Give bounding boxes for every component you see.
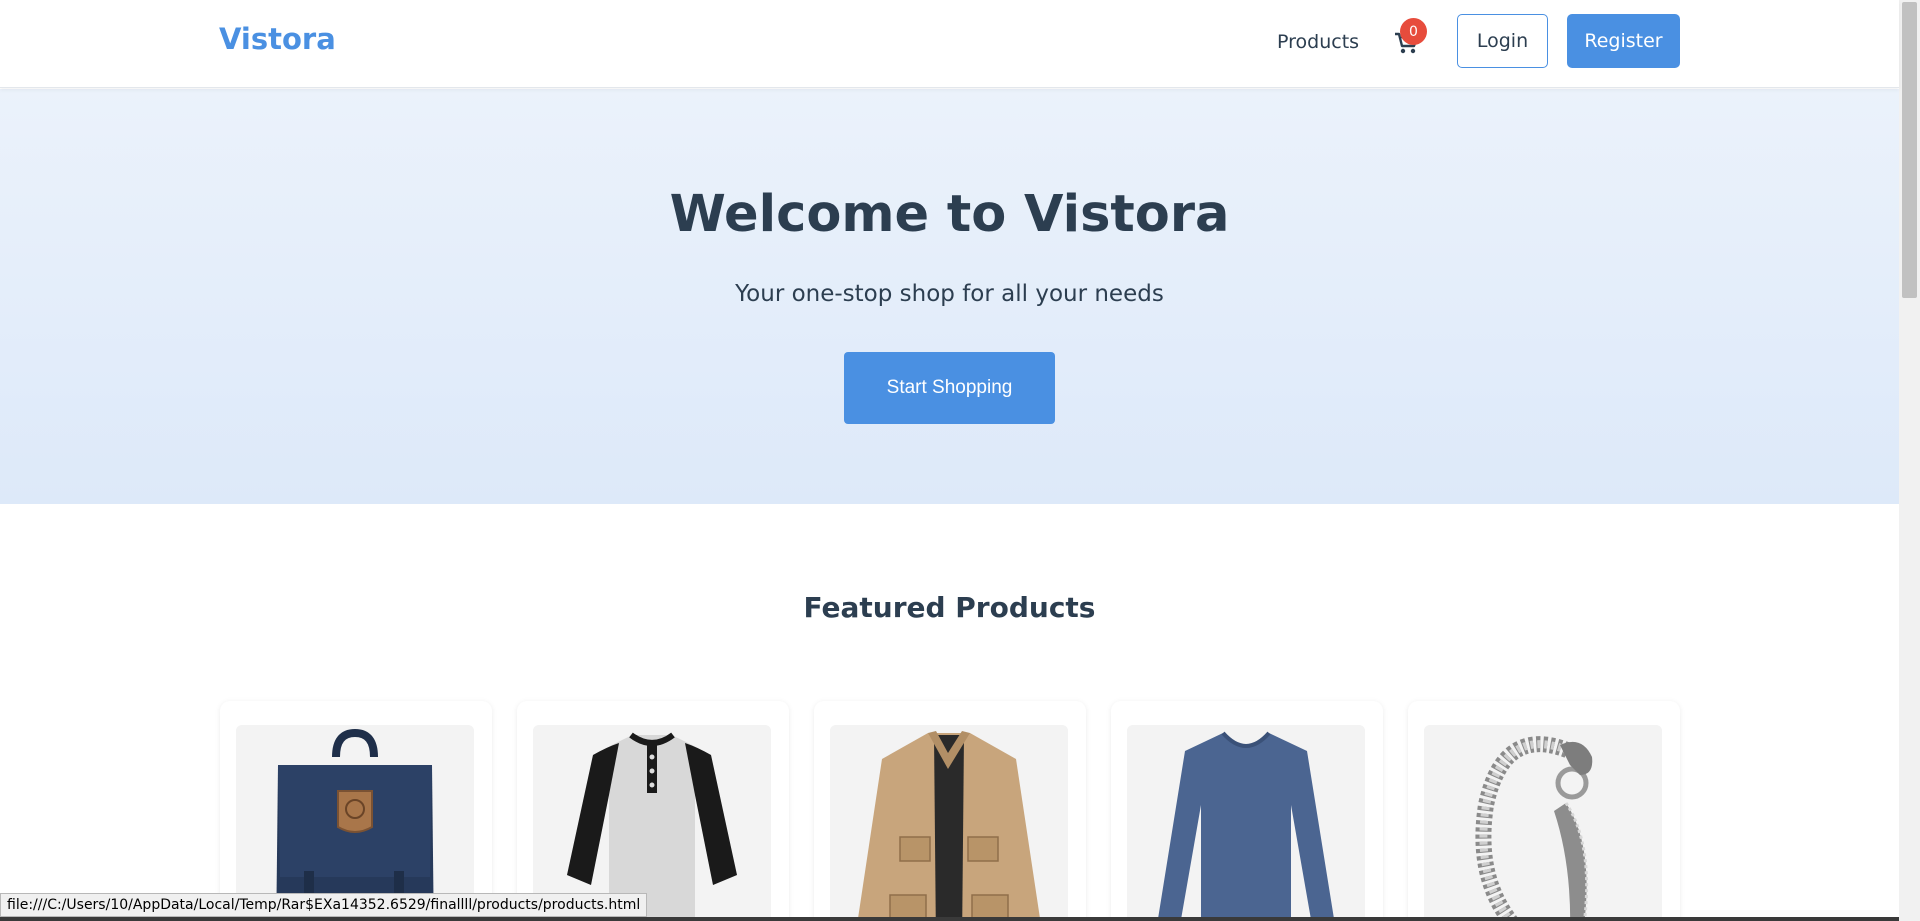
product-image-jacket[interactable] bbox=[830, 725, 1068, 921]
hero-subtitle: Your one-stop shop for all your needs bbox=[735, 281, 1164, 307]
product-card[interactable] bbox=[220, 701, 492, 921]
product-card[interactable] bbox=[1111, 701, 1383, 921]
cart-count-badge: 0 bbox=[1400, 18, 1427, 45]
register-button[interactable]: Register bbox=[1567, 14, 1680, 68]
hero-title: Welcome to Vistora bbox=[669, 185, 1230, 244]
vertical-scrollbar[interactable] bbox=[1899, 0, 1920, 921]
product-card[interactable] bbox=[1408, 701, 1680, 921]
hero-section: Welcome to Vistora Your one-stop shop fo… bbox=[0, 89, 1899, 504]
status-bar-url: file:///C:/Users/10/AppData/Local/Temp/R… bbox=[0, 893, 648, 917]
nav-link-products[interactable]: Products bbox=[1277, 31, 1359, 53]
site-header: Vistora Products 0 Login Register bbox=[0, 0, 1899, 88]
page: Vistora Products 0 Login Register Welcom… bbox=[0, 0, 1920, 921]
start-shopping-button[interactable]: Start Shopping bbox=[844, 352, 1055, 424]
window-bottom-edge bbox=[0, 917, 1899, 921]
scrollbar-thumb[interactable] bbox=[1902, 2, 1917, 298]
product-image-bracelet[interactable] bbox=[1424, 725, 1662, 921]
logo[interactable]: Vistora bbox=[219, 22, 336, 56]
product-image-backpack[interactable] bbox=[236, 725, 474, 921]
product-image-henley-shirt[interactable] bbox=[533, 725, 771, 921]
product-card[interactable] bbox=[814, 701, 1086, 921]
login-button[interactable]: Login bbox=[1457, 14, 1548, 68]
product-card[interactable] bbox=[517, 701, 789, 921]
featured-title: Featured Products bbox=[803, 591, 1096, 624]
product-image-sweater[interactable] bbox=[1127, 725, 1365, 921]
